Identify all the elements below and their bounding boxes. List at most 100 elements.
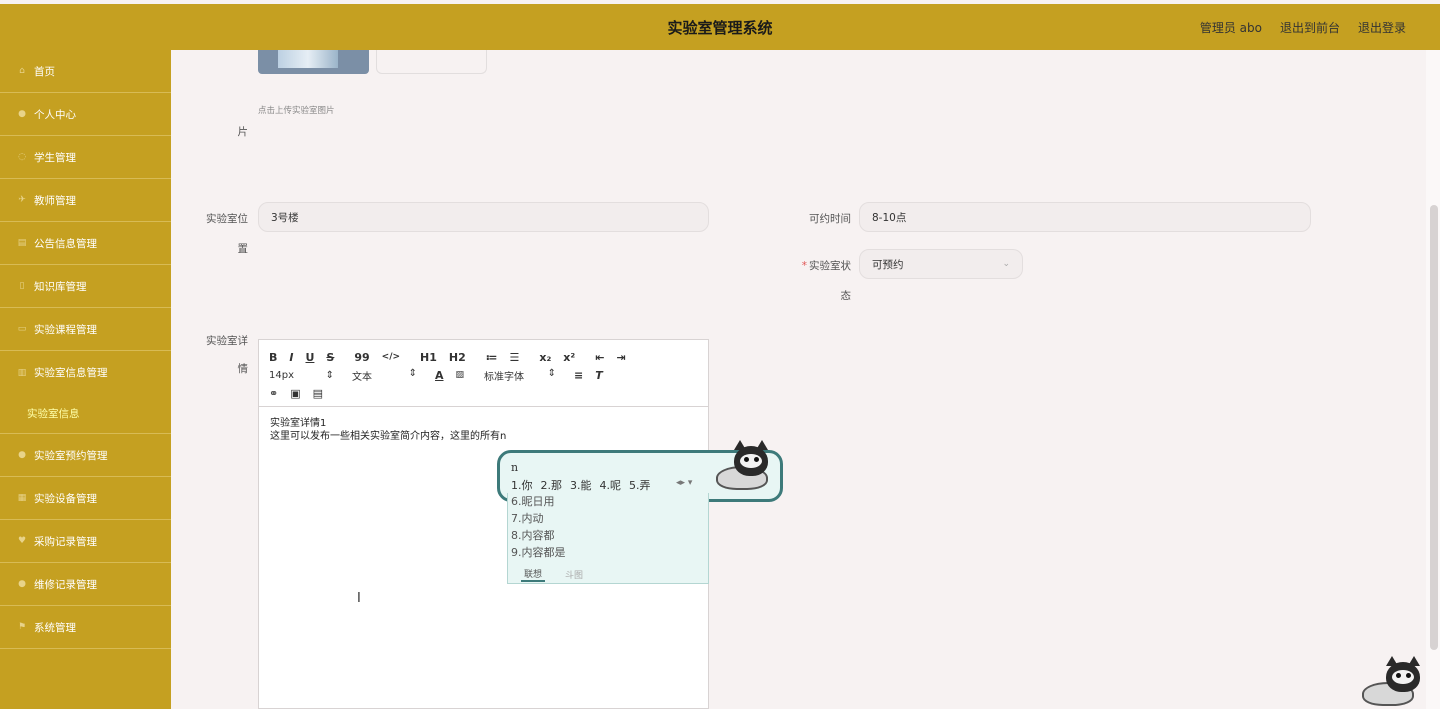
book-icon: ▯	[19, 281, 25, 291]
ime-candidate[interactable]: 3.能	[570, 477, 592, 493]
ime-list-item[interactable]: 6.昵日用	[508, 493, 708, 510]
editor-toolbar: B I U S 99 </> H1 H2 ≔ ☰ x₂ x² ⇤ ⇥ 14px ⇕…	[259, 340, 708, 407]
sidebar-item-profile[interactable]: ● 个人中心	[0, 93, 171, 136]
repair-icon: ●	[18, 579, 26, 589]
indent-button[interactable]: ⇥	[616, 351, 625, 364]
font-color-icon[interactable]: A	[435, 369, 444, 382]
status-label-tail: 态	[840, 290, 852, 302]
image-upload-slot[interactable]	[376, 50, 487, 74]
text-cursor-icon: I	[357, 591, 361, 606]
align-icon[interactable]: ≡	[574, 369, 583, 382]
text-type-select[interactable]: 文本 ⇕	[352, 368, 417, 383]
device-icon: ▦	[17, 493, 27, 503]
student-icon: ◌	[18, 152, 26, 162]
sidebar-item-courses[interactable]: ▭ 实验课程管理	[0, 308, 171, 351]
image-icon[interactable]: ▣	[290, 387, 300, 400]
image-label-tail: 片	[237, 126, 249, 138]
sidebar-item-home[interactable]: ⌂ 首页	[0, 50, 171, 93]
ime-tab-sticker[interactable]: 斗图	[565, 568, 583, 581]
location-label: 实验室位	[206, 213, 248, 225]
sidebar-item-purchases[interactable]: ♥ 采购记录管理	[0, 520, 171, 563]
subscript-button[interactable]: x₂	[539, 351, 551, 364]
reserve-icon: ●	[18, 450, 26, 460]
logout-link[interactable]: 退出登录	[1358, 19, 1406, 36]
time-label: 可约时间	[809, 213, 851, 225]
background-color-icon[interactable]: ▨	[456, 370, 465, 380]
sidebar-item-devices[interactable]: ▦ 实验设备管理	[0, 477, 171, 520]
toolbar-row-style: 14px ⇕ 文本 ⇕ A ▨ 标准字体 ⇕ ≡ T	[269, 366, 698, 384]
select-arrows-icon: ⇕	[547, 367, 557, 379]
notice-icon: ▤	[17, 238, 27, 248]
front-page-link[interactable]: 退出到前台	[1280, 19, 1340, 36]
ime-tabs: 联想 斗图	[507, 566, 709, 583]
sidebar-item-lab-info[interactable]: ▥ 实验室信息管理	[0, 351, 171, 394]
select-arrows-icon: ⇕	[325, 369, 334, 381]
bullet-list-button[interactable]: ☰	[509, 351, 519, 364]
blockquote-button[interactable]: 99	[354, 351, 369, 364]
ime-list-item[interactable]: 7.内动	[508, 510, 708, 527]
underline-button[interactable]: U	[305, 351, 314, 364]
ordered-list-button[interactable]: ≔	[486, 351, 498, 364]
sidebar-item-teachers[interactable]: ✈ 教师管理	[0, 179, 171, 222]
course-icon: ▭	[17, 324, 27, 334]
location-input[interactable]: 3号楼	[258, 202, 709, 232]
code-block-button[interactable]: </>	[382, 352, 400, 362]
font-size-select[interactable]: 14px ⇕	[269, 370, 334, 381]
clear-format-icon[interactable]: T	[595, 369, 603, 382]
strike-button[interactable]: S	[326, 351, 334, 364]
link-icon[interactable]: ⚭	[269, 387, 278, 400]
user-icon: ●	[18, 109, 26, 119]
sidebar-item-system[interactable]: ⚑ 系统管理	[0, 606, 171, 649]
required-mark: *	[801, 260, 807, 272]
outdent-button[interactable]: ⇤	[595, 351, 604, 364]
editor-content-line: 这里可以发布一些相关实验室简介内容，这里的所有n	[270, 431, 507, 442]
italic-button[interactable]: I	[289, 351, 293, 364]
ime-tab-association[interactable]: 联想	[521, 567, 546, 582]
detail-label: 实验室详	[206, 335, 248, 347]
toolbar-row-insert: ⚭ ▣ ▤	[269, 384, 698, 402]
toolbar-row-format: B I U S 99 </> H1 H2 ≔ ☰ x₂ x² ⇤ ⇥	[269, 348, 698, 366]
bold-button[interactable]: B	[269, 351, 277, 364]
sidebar-item-repairs[interactable]: ● 维修记录管理	[0, 563, 171, 606]
editor-content-line: 实验室详情1	[270, 418, 327, 429]
sidebar-subitem-lab-info[interactable]: 实验室信息	[0, 394, 171, 434]
editor-content[interactable]: 实验室详情1 这里可以发布一些相关实验室简介内容，这里的所有n	[259, 407, 708, 453]
ime-composition: n	[511, 461, 519, 474]
header-actions: 管理员 abo 退出到前台 退出登录	[1200, 19, 1406, 36]
scrollbar-thumb[interactable]	[1430, 205, 1438, 650]
superscript-button[interactable]: x²	[563, 351, 575, 364]
ime-candidate[interactable]: 2.那	[541, 477, 563, 493]
h2-button[interactable]: H2	[449, 351, 466, 364]
ime-list-item[interactable]: 9.内容都是	[508, 544, 708, 561]
detail-label-tail: 情	[237, 363, 249, 375]
sidebar-item-reservations[interactable]: ● 实验室预约管理	[0, 434, 171, 477]
corner-mascot-icon	[1362, 656, 1426, 709]
ime-candidate[interactable]: 1.你	[511, 477, 533, 493]
lab-image-thumbnail[interactable]	[258, 50, 369, 74]
status-select[interactable]: 可预约 ⌄	[859, 249, 1023, 279]
teacher-icon: ✈	[18, 195, 26, 205]
ime-pager-icon[interactable]: ◂▸ ▾	[676, 478, 692, 488]
chart-icon: ▥	[17, 367, 27, 378]
sidebar: ⌂ 首页 ● 个人中心 ◌ 学生管理 ✈ 教师管理 ▤ 公告信息管理 ▯ 知识库管理 ▭ 实验…	[0, 50, 171, 709]
sidebar-item-notices[interactable]: ▤ 公告信息管理	[0, 222, 171, 265]
chevron-down-icon: ⌄	[1002, 259, 1010, 269]
top-header: 实验室管理系统 管理员 abo 退出到前台 退出登录	[0, 4, 1440, 50]
ime-list-item[interactable]: 8.内容都	[508, 527, 708, 544]
status-label: * 实验室状	[801, 260, 851, 272]
ime-mascot-icon	[712, 440, 776, 496]
h1-button[interactable]: H1	[420, 351, 437, 364]
ime-candidate[interactable]: 5.弄	[629, 477, 651, 493]
sidebar-item-students[interactable]: ◌ 学生管理	[0, 136, 171, 179]
time-input[interactable]: 8-10点	[859, 202, 1311, 232]
upload-hint: 点击上传实验室图片	[258, 106, 335, 116]
video-icon[interactable]: ▤	[313, 387, 323, 400]
home-icon: ⌂	[19, 66, 25, 76]
select-arrows-icon: ⇕	[408, 367, 417, 379]
font-family-select[interactable]: 标准字体 ⇕	[484, 368, 556, 383]
purchase-icon: ♥	[17, 536, 27, 546]
ime-candidate[interactable]: 4.呢	[600, 477, 622, 493]
ime-candidates: 1.你 2.那 3.能 4.呢 5.弄	[511, 477, 651, 493]
location-label-tail: 置	[237, 243, 249, 255]
sidebar-item-knowledge[interactable]: ▯ 知识库管理	[0, 265, 171, 308]
